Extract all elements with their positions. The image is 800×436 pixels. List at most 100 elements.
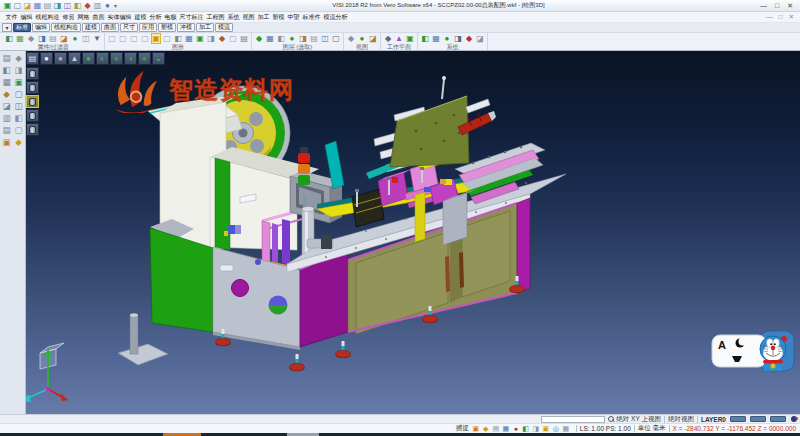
layer-ball-icon[interactable]: ● — [287, 33, 297, 44]
help-icon[interactable]: ● — [103, 1, 112, 10]
view-pen-icon[interactable]: ◆ — [346, 33, 356, 44]
ime-letter[interactable]: A — [718, 339, 726, 351]
menu-曲面[interactable]: 曲面 — [91, 13, 106, 22]
snap-grid-icon[interactable]: ▤ — [492, 425, 500, 433]
wp-cursor-icon[interactable]: ◆ — [383, 33, 393, 44]
shade-edge-icon[interactable] — [26, 123, 39, 136]
layer-rows-icon[interactable]: ▤ — [309, 33, 319, 44]
wp-plane-icon[interactable]: ▣ — [405, 33, 415, 44]
redo-icon[interactable]: ▥ — [93, 1, 102, 10]
mdi-control-0[interactable]: — — [766, 13, 773, 21]
paste-icon[interactable]: ◧ — [73, 1, 82, 10]
copy-icon[interactable]: ◫ — [63, 1, 72, 10]
rotate-iso-icon[interactable]: ◒ — [152, 52, 165, 65]
filter-type-icon[interactable]: ◨ — [37, 33, 47, 44]
toolbar-tab-尺寸[interactable]: 尺寸 — [120, 23, 138, 32]
new-file-icon[interactable]: ▢ — [13, 1, 22, 10]
gfx-refresh-icon[interactable]: ▢ — [107, 33, 117, 44]
gfx-box2-icon[interactable]: ▢ — [129, 33, 139, 44]
menu-分析[interactable]: 分析 — [148, 13, 163, 22]
rotate-front-icon[interactable]: ◐ — [96, 52, 109, 65]
gfx-box5-icon[interactable]: ▢ — [228, 33, 238, 44]
sys-red-icon[interactable]: ◆ — [464, 33, 474, 44]
toolbar-tab-曲面[interactable]: 曲面 — [101, 23, 119, 32]
menu-工程图[interactable]: 工程图 — [205, 13, 226, 22]
gfx-mat-icon[interactable]: ◆ — [217, 33, 227, 44]
tab-menu-button[interactable]: ▾ — [2, 23, 12, 32]
sb-corner-icon[interactable]: ▢ — [13, 125, 24, 136]
minimize-button[interactable]: — — [760, 1, 767, 11]
command-input[interactable] — [541, 416, 605, 423]
toolbar-tab-模流[interactable]: 模流 — [215, 23, 233, 32]
sb-plane-icon[interactable]: ▢ — [13, 89, 24, 100]
menu-实体编辑[interactable]: 实体编辑 — [106, 13, 133, 22]
menu-建模[interactable]: 建模 — [133, 13, 148, 22]
sb-lamp-icon[interactable]: ◆ — [13, 137, 24, 148]
snap-tan-icon[interactable]: ◧ — [522, 425, 530, 433]
view-ball-icon[interactable]: ● — [357, 33, 367, 44]
view-list-icon[interactable]: ▤ — [26, 52, 39, 65]
toolbar-tab-标准[interactable]: 标准 — [13, 23, 31, 32]
menu-塑模[interactable]: 塑模 — [271, 13, 286, 22]
search-icon[interactable] — [608, 416, 614, 422]
menu-电极[interactable]: 电极 — [163, 13, 178, 22]
plot-icon[interactable]: ◨ — [53, 1, 62, 10]
menu-系统[interactable]: 系统 — [226, 13, 241, 22]
menu-加工[interactable]: 加工 — [256, 13, 271, 22]
menu-线框构造[interactable]: 线框构造 — [34, 13, 61, 22]
shade-hidden-icon[interactable] — [26, 81, 39, 94]
menu-网格[interactable]: 网格 — [76, 13, 91, 22]
gfx-shade-icon[interactable]: ▣ — [151, 33, 161, 44]
view-shaded-icon[interactable]: ● — [40, 52, 53, 65]
layer-box-icon[interactable]: ◨ — [298, 33, 308, 44]
sys-folder-icon[interactable]: ◪ — [475, 33, 485, 44]
layer-swatch-3[interactable] — [770, 416, 786, 422]
gfx-box3-icon[interactable]: ▢ — [140, 33, 150, 44]
gfx-env-icon[interactable]: ▤ — [239, 33, 249, 44]
sb-sheet-icon[interactable]: ◫ — [13, 101, 24, 112]
layer-empty-icon[interactable]: ▢ — [331, 33, 341, 44]
attr-style-icon[interactable]: ◆ — [26, 33, 36, 44]
filter-plane-icon[interactable]: ▤ — [48, 33, 58, 44]
rotate-back-icon[interactable]: ● — [138, 52, 151, 65]
filter-down-icon[interactable]: ▼ — [92, 33, 102, 44]
snap-mid-icon[interactable]: ◆ — [482, 425, 490, 433]
save-icon[interactable]: ▦ — [33, 1, 42, 10]
sb-select-icon[interactable]: ▤ — [1, 53, 12, 64]
undo-icon[interactable]: ◆ — [83, 1, 92, 10]
view-iso-icon[interactable]: ▲ — [68, 52, 81, 65]
snap-near-icon[interactable]: ◎ — [552, 425, 560, 433]
sb-curve-icon[interactable]: ◆ — [1, 89, 12, 100]
layer-col-icon[interactable]: ◫ — [320, 33, 330, 44]
mdi-control-2[interactable]: ✕ — [789, 13, 794, 21]
toolbar-tab-塑模[interactable]: 塑模 — [158, 23, 176, 32]
snap-quad-icon[interactable]: ▣ — [542, 425, 550, 433]
attr-layer-icon[interactable]: ▦ — [15, 33, 25, 44]
view-box-icon[interactable]: ◪ — [368, 33, 378, 44]
view-gray-icon[interactable]: ● — [54, 52, 67, 65]
sb-paint-icon[interactable]: ▣ — [1, 137, 12, 148]
gfx-box1-icon[interactable]: ▢ — [118, 33, 128, 44]
toolbar-tab-加工[interactable]: 加工 — [196, 23, 214, 32]
sb-check-icon[interactable]: ▣ — [13, 77, 24, 88]
sb-erase-icon[interactable]: ◆ — [13, 53, 24, 64]
view-ref-label[interactable]: 绝对 XY 上视图 — [616, 415, 661, 424]
sys-ball-icon[interactable]: ● — [442, 33, 452, 44]
filter-list-icon[interactable]: ◫ — [81, 33, 91, 44]
shade-wire-icon[interactable] — [26, 67, 39, 80]
menu-修剪[interactable]: 修剪 — [61, 13, 76, 22]
open-file-icon[interactable]: ◪ — [23, 1, 32, 10]
shade-solid-icon[interactable] — [26, 95, 39, 108]
snap-point-icon[interactable]: ▣ — [472, 425, 480, 433]
wp-axis-icon[interactable]: ▲ — [394, 33, 404, 44]
sb-rotate-icon[interactable]: ◨ — [13, 65, 24, 76]
sb-surf-icon[interactable]: ◪ — [1, 101, 12, 112]
toolbar-tab-冲模[interactable]: 冲模 — [177, 23, 195, 32]
layer-half-icon[interactable]: ◧ — [276, 33, 286, 44]
gfx-shade2-icon[interactable]: ◨ — [206, 33, 216, 44]
sb-box-icon[interactable]: ▥ — [1, 113, 12, 124]
menu-文件[interactable]: 文件 — [4, 13, 19, 22]
gfx-green-icon[interactable]: ▣ — [195, 33, 205, 44]
app-logo-icon[interactable]: ▣ — [3, 1, 12, 10]
menu-中望[interactable]: 中望 — [286, 13, 301, 22]
